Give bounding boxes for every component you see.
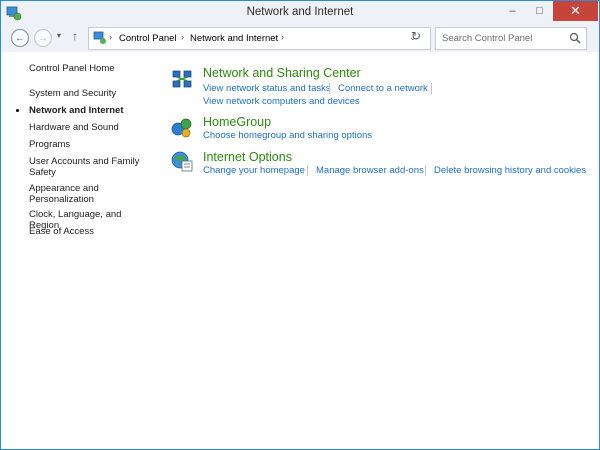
search-icon[interactable] (569, 32, 581, 44)
content-area: Control Panel Home System and Security N… (1, 52, 599, 449)
breadcrumb-separator-icon[interactable]: › (181, 32, 184, 42)
sidebar-item-programs[interactable]: Programs (29, 139, 154, 150)
sidebar-item-appearance[interactable]: Appearance and Personalization (29, 183, 154, 205)
search-placeholder: Search Control Panel (442, 33, 533, 44)
address-bar[interactable]: › Control Panel › Network and Internet ›… (88, 27, 431, 50)
close-button[interactable]: ✕ (553, 1, 598, 21)
back-button[interactable]: ← (11, 29, 29, 47)
manage-addons-link[interactable]: Manage browser add-ons (316, 165, 424, 176)
maximize-button[interactable]: □ (526, 1, 553, 21)
search-input[interactable]: Search Control Panel (435, 27, 587, 50)
link-divider (431, 83, 432, 94)
change-homepage-link[interactable]: Change your homepage (203, 165, 305, 176)
back-arrow-icon: ← (15, 32, 25, 44)
sidebar-item-system-and-security[interactable]: System and Security (29, 88, 154, 99)
forward-button[interactable]: → (34, 29, 52, 47)
forward-arrow-icon: → (38, 32, 48, 44)
title-bar[interactable]: Network and Internet – □ ✕ (1, 1, 599, 25)
refresh-icon[interactable]: ↻ (411, 29, 421, 43)
delete-browsing-history-link[interactable]: Delete browsing history and cookies (434, 165, 586, 176)
link-divider (329, 83, 330, 94)
up-arrow-icon[interactable]: ↑ (72, 29, 78, 43)
active-item-bullet (16, 109, 19, 112)
sidebar: Control Panel Home System and Security N… (1, 52, 161, 449)
homegroup-icon[interactable] (171, 116, 193, 138)
window: Network and Internet – □ ✕ ← → ▾ ↑ › Con… (0, 0, 600, 450)
view-network-status-link[interactable]: View network status and tasks (203, 83, 331, 94)
choose-homegroup-link[interactable]: Choose homegroup and sharing options (203, 130, 372, 141)
network-sharing-center-title[interactable]: Network and Sharing Center (203, 66, 361, 80)
internet-options-icon[interactable] (171, 150, 193, 172)
sidebar-item-control-panel-home[interactable]: Control Panel Home (29, 63, 154, 74)
homegroup-title[interactable]: HomeGroup (203, 115, 271, 129)
network-sharing-icon[interactable] (171, 68, 193, 90)
minimize-button[interactable]: – (499, 1, 526, 21)
sidebar-item-user-accounts[interactable]: User Accounts and Family Safety (29, 156, 154, 178)
link-divider (425, 165, 426, 176)
connect-to-network-link[interactable]: Connect to a network (338, 83, 428, 94)
control-panel-icon (93, 31, 106, 44)
internet-options-title[interactable]: Internet Options (203, 150, 292, 164)
sidebar-item-hardware-and-sound[interactable]: Hardware and Sound (29, 122, 154, 133)
link-divider (307, 165, 308, 176)
breadcrumb-separator-icon[interactable]: › (281, 32, 284, 42)
breadcrumb-network-and-internet[interactable]: Network and Internet (190, 33, 278, 44)
sidebar-item-ease-of-access[interactable]: Ease of Access (29, 226, 154, 237)
breadcrumb-separator-icon[interactable]: › (109, 32, 112, 42)
view-network-computers-link[interactable]: View network computers and devices (203, 96, 360, 107)
sidebar-item-network-and-internet[interactable]: Network and Internet (29, 105, 154, 116)
breadcrumb-control-panel[interactable]: Control Panel (119, 33, 177, 44)
navigation-bar: ← → ▾ ↑ › Control Panel › Network and In… (1, 25, 599, 52)
recent-locations-chevron-icon[interactable]: ▾ (57, 31, 61, 40)
